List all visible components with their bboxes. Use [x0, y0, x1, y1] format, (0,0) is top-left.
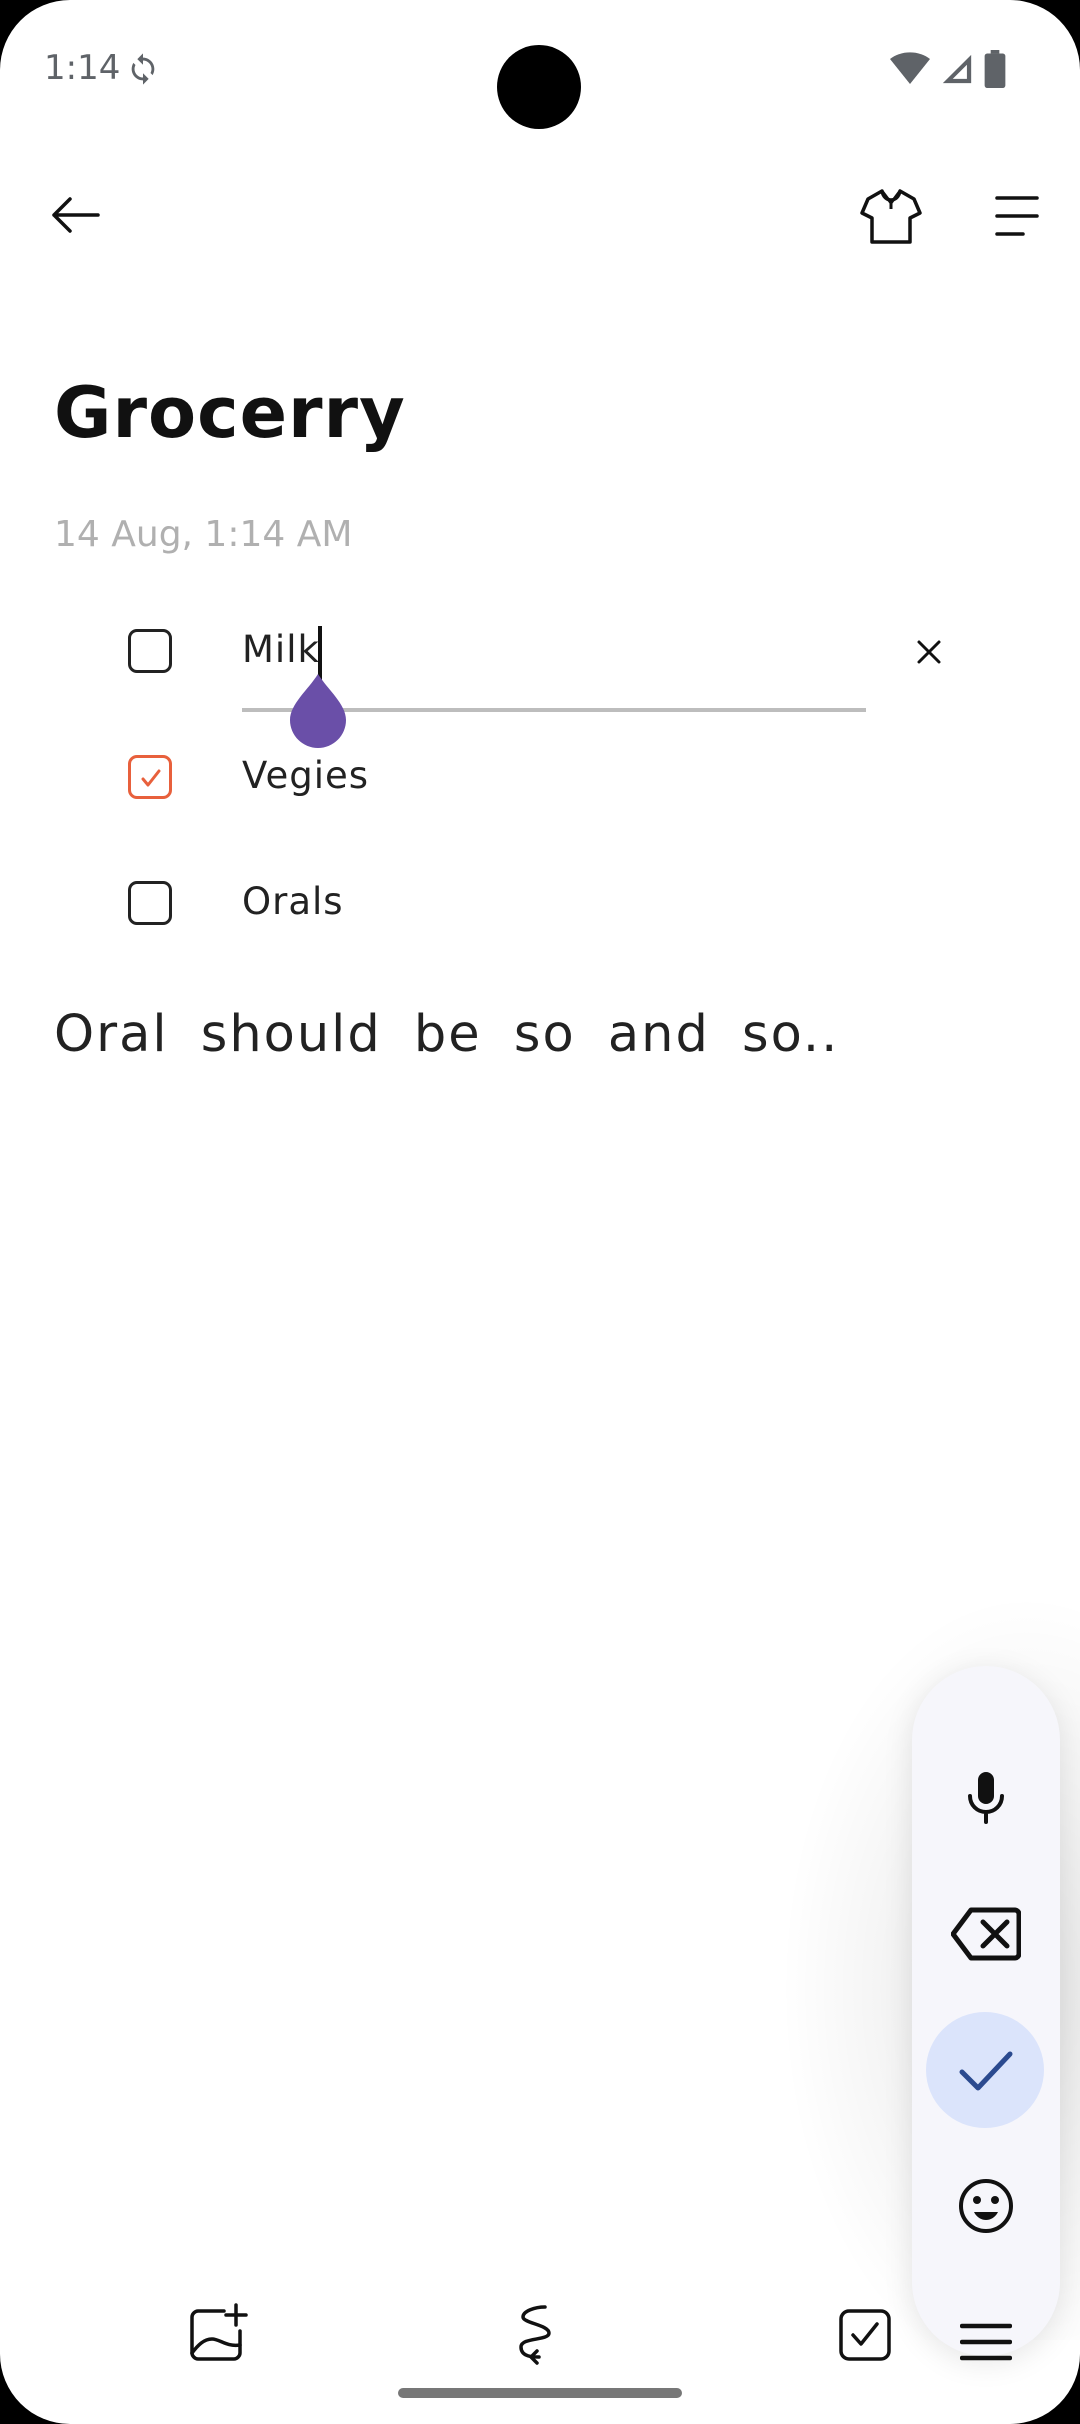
checklist-item[interactable]: Orals [0, 848, 1080, 958]
screen: 1:14 Grocerry 14 Aug, 1:14 AM Milk Vegie… [0, 0, 1080, 2424]
home-indicator[interactable] [398, 2388, 682, 2398]
keyboard-toolbar [912, 1666, 1060, 2361]
emoji-icon [959, 2179, 1013, 2233]
signal-icon [942, 54, 972, 84]
camera-cutout [497, 45, 581, 129]
done-button[interactable] [912, 2010, 1060, 2130]
back-arrow-icon [52, 197, 100, 233]
menu-icon [960, 2323, 1012, 2361]
menu-button[interactable] [980, 180, 1052, 252]
menu-lines-icon [995, 196, 1039, 236]
status-time: 1:14 [44, 48, 121, 88]
theme-button[interactable] [855, 180, 927, 252]
keyboard-menu-button[interactable] [912, 2282, 1060, 2402]
add-image-icon [190, 2303, 248, 2361]
battery-icon [984, 50, 1006, 88]
checklist-item-label[interactable]: Vegies [242, 754, 369, 797]
remove-item-button[interactable] [905, 620, 953, 684]
note-title[interactable]: Grocerry [54, 372, 406, 454]
wifi-icon [890, 52, 930, 84]
check-icon [141, 769, 161, 787]
back-button[interactable] [40, 180, 110, 250]
emoji-button[interactable] [912, 2146, 1060, 2266]
voice-input-button[interactable] [912, 1738, 1060, 1858]
draw-icon [519, 2305, 551, 2365]
note-body[interactable]: Oral should be so and so.. [54, 1005, 839, 1064]
checklist-icon [839, 2309, 891, 2361]
checkbox[interactable] [128, 629, 172, 673]
checkbox[interactable] [128, 881, 172, 925]
mic-icon [968, 1772, 1004, 1824]
backspace-button[interactable] [912, 1874, 1060, 1994]
checklist-item-label[interactable]: Orals [242, 880, 344, 923]
add-image-button[interactable] [181, 2300, 251, 2370]
sync-icon [131, 53, 155, 85]
checklist-button[interactable] [830, 2300, 900, 2370]
shirt-theme-icon [860, 189, 922, 244]
checklist-item[interactable]: Vegies [0, 722, 1080, 832]
note-timestamp: 14 Aug, 1:14 AM [54, 514, 353, 555]
close-icon [917, 640, 941, 664]
checklist-item-label[interactable]: Milk [242, 628, 320, 671]
check-icon [959, 2051, 1013, 2091]
backspace-icon [951, 1907, 1021, 1961]
draw-button[interactable] [505, 2300, 575, 2370]
checkbox-checked[interactable] [128, 755, 172, 799]
